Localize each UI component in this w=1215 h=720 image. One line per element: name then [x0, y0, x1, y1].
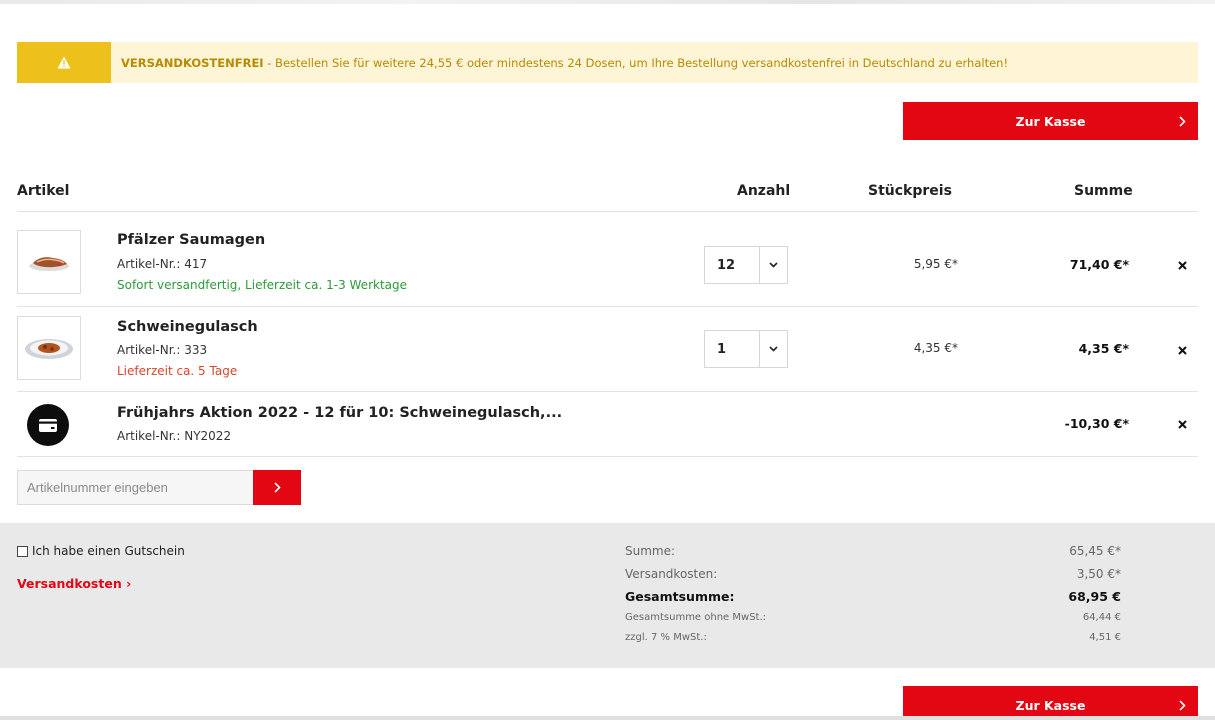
chevron-right-icon	[273, 482, 281, 493]
delivery-status: Sofort versandfertig, Lieferzeit ca. 1-3…	[117, 278, 408, 292]
voucher-label: Ich habe einen Gutschein	[32, 544, 185, 558]
quantity-select[interactable]: 12	[704, 246, 788, 284]
summary-label-net: Gesamtsumme ohne MwSt.:	[625, 612, 767, 623]
header-quantity: Anzahl	[737, 183, 791, 199]
quantity-value: 1	[717, 341, 727, 357]
quantity-select[interactable]: 1	[704, 330, 788, 368]
cart-row-saumagen: Pfälzer Saumagen Artikel-Nr.: 417 Sofort…	[17, 212, 1198, 307]
product-image-gulasch[interactable]	[17, 316, 81, 380]
delivery-status: Lieferzeit ca. 5 Tage	[117, 364, 238, 378]
row-total: 4,35 €*	[1078, 341, 1129, 356]
summary-value-shipping: 3,50 €*	[1076, 567, 1121, 581]
header-total: Summe	[1074, 183, 1133, 199]
summary-label-vat: zzgl. 7 % MwSt.:	[625, 632, 707, 643]
remove-item-button[interactable]	[1173, 341, 1191, 359]
cart-table-header: Artikel Anzahl Stückpreis Summe	[17, 172, 1198, 212]
summary-value-vat: 4,51 €	[1089, 632, 1121, 643]
page-bottom-edge	[0, 716, 1215, 720]
product-number: Artikel-Nr.: NY2022	[117, 429, 232, 443]
product-name: Frühjahrs Aktion 2022 - 12 für 10: Schwe…	[117, 405, 563, 421]
checkout-button-bottom[interactable]: Zur Kasse	[903, 686, 1198, 720]
header-unit-price: Stückpreis	[868, 183, 952, 199]
header-article: Artikel	[17, 183, 70, 199]
product-image-saumagen[interactable]	[17, 230, 81, 294]
notice-body: - Bestellen Sie für weitere 24,55 € oder…	[263, 55, 1009, 70]
notice-text: VERSANDKOSTENFREI - Bestellen Sie für we…	[111, 56, 1008, 70]
free-shipping-notice: VERSANDKOSTENFREI - Bestellen Sie für we…	[17, 42, 1198, 83]
top-image-strip	[0, 0, 1215, 4]
chevron-right-icon	[1179, 686, 1186, 720]
unit-price: 5,95 €*	[913, 257, 958, 271]
checkout-button-top[interactable]: Zur Kasse	[903, 102, 1198, 140]
cart-row-promotion: Frühjahrs Aktion 2022 - 12 für 10: Schwe…	[17, 392, 1198, 457]
summary-value-grand-total: 68,95 €	[1068, 589, 1121, 604]
shipping-costs-link[interactable]: Versandkosten ›	[17, 576, 131, 591]
product-name[interactable]: Schweinegulasch	[117, 319, 258, 335]
summary-value-net: 64,44 €	[1082, 612, 1121, 623]
chevron-down-icon	[758, 331, 787, 367]
summary-value-subtotal: 65,45 €*	[1069, 544, 1121, 558]
close-icon	[1177, 260, 1187, 270]
notice-strong: VERSANDKOSTENFREI	[121, 55, 264, 70]
close-icon	[1177, 345, 1187, 355]
remove-item-button[interactable]	[1173, 256, 1191, 274]
checkout-label: Zur Kasse	[1015, 113, 1086, 129]
remove-item-button[interactable]	[1173, 415, 1191, 433]
row-total: 71,40 €*	[1069, 257, 1129, 272]
product-number: Artikel-Nr.: 333	[117, 343, 208, 357]
cart-row-gulasch: Schweinegulasch Artikel-Nr.: 333 Lieferz…	[17, 307, 1198, 392]
close-icon	[1177, 419, 1187, 429]
article-number-input[interactable]	[17, 470, 253, 505]
summary-label-grand-total: Gesamtsumme:	[625, 589, 735, 604]
voucher-card-icon	[27, 404, 69, 446]
add-article-button[interactable]	[253, 470, 301, 505]
quantity-value: 12	[717, 257, 736, 273]
summary-label-shipping: Versandkosten:	[625, 567, 718, 581]
chevron-right-icon	[1179, 102, 1186, 140]
product-name[interactable]: Pfälzer Saumagen	[117, 232, 265, 248]
warning-icon	[17, 42, 111, 83]
cart-summary: Ich habe einen Gutschein Versandkosten ›…	[0, 523, 1215, 668]
chevron-down-icon	[758, 247, 787, 283]
voucher-checkbox[interactable]	[17, 545, 28, 557]
row-total: -10,30 €*	[1064, 416, 1129, 431]
article-number-form	[17, 470, 301, 505]
voucher-toggle[interactable]: Ich habe einen Gutschein	[17, 544, 185, 558]
product-number: Artikel-Nr.: 417	[117, 257, 208, 271]
summary-label-subtotal: Summe:	[625, 544, 676, 558]
unit-price: 4,35 €*	[913, 341, 958, 355]
checkout-label: Zur Kasse	[1015, 697, 1086, 713]
